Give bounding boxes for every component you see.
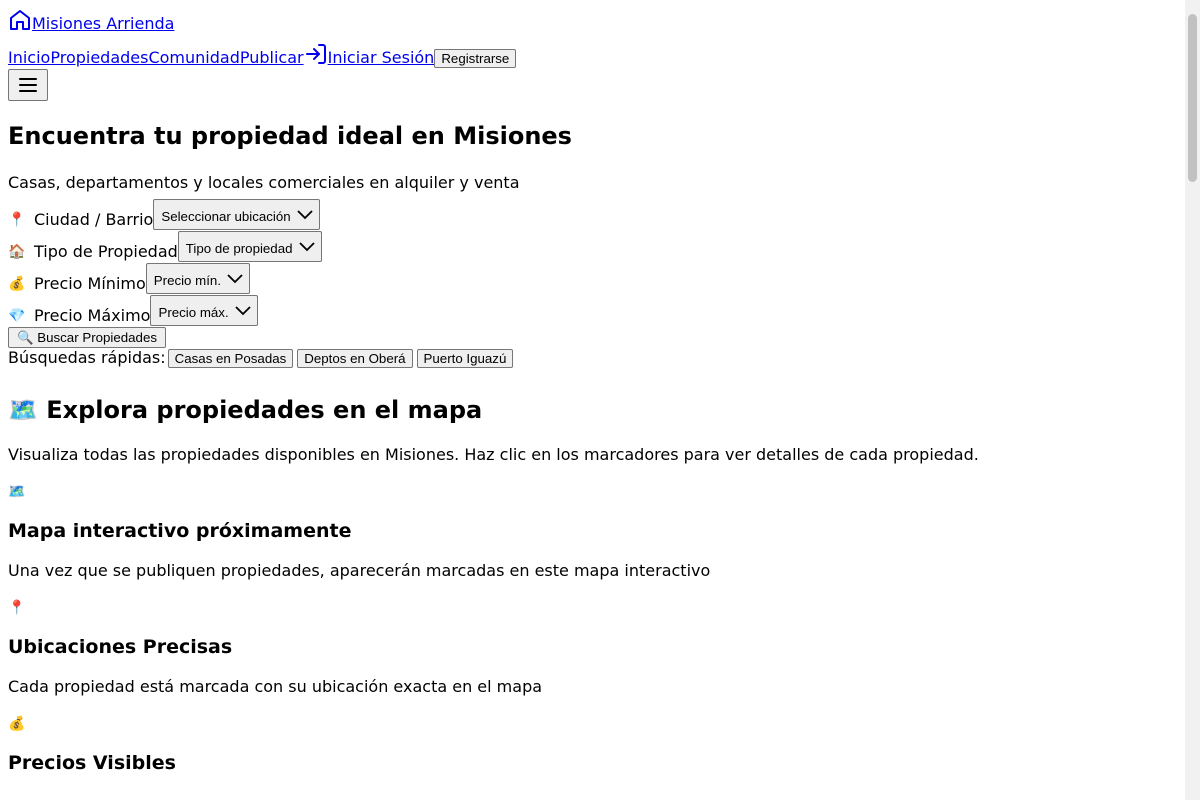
money-bag-icon: 💰 [8,716,26,732]
field-label: Tipo de Propiedad [34,242,178,261]
nav-inicio[interactable]: Inicio [8,48,50,68]
select-value: Seleccionar ubicación [161,209,291,224]
feature-title: Precios Visibles [8,752,176,774]
ubicacion-select[interactable]: Seleccionar ubicación [153,199,320,230]
gem-icon: 💎 [8,308,26,324]
field-precio-max: 💎 Precio Máximo Precio máx. [8,295,1180,326]
nav-comunidad[interactable]: Comunidad [148,48,239,68]
search-button[interactable]: 🔍 Buscar Propiedades [8,327,166,348]
tipo-select[interactable]: Tipo de propiedad [177,231,322,262]
map-placeholder-title: Mapa interactivo próximamente [8,520,352,542]
scrollbar[interactable] [1185,0,1200,800]
chevron-down-icon [235,306,251,316]
map-description: Visualiza todas las propiedades disponib… [8,445,979,464]
quick-casas-posadas[interactable]: Casas en Posadas [167,348,294,368]
select-value: Precio mín. [153,273,222,288]
feature-text: Cada propiedad está marcada con su ubica… [8,677,543,696]
select-value: Tipo de propiedad [185,241,293,256]
menu-toggle-button[interactable] [8,69,48,101]
hamburger-icon-bar [19,78,37,80]
map-icon: 🗺️ [8,484,26,500]
search-form: 📍 Ciudad / Barrio Seleccionar ubicación … [8,199,1180,368]
nav-publicar[interactable]: Publicar [240,48,304,68]
money-bag-icon: 💰 [8,276,26,292]
brand-link[interactable]: Misiones Arrienda [8,8,1180,34]
scrollbar-thumb[interactable] [1188,14,1197,182]
chevron-down-icon [298,242,315,252]
select-value: Precio máx. [158,305,229,320]
brand-name[interactable]: Misiones Arrienda [32,14,174,34]
quick-deptos-obera[interactable]: Deptos en Oberá [297,348,413,368]
nav-propiedades[interactable]: Propiedades [50,48,148,68]
chevron-down-icon [297,210,313,220]
map-section-title: 🗺️ Explora propiedades en el mapa [8,396,483,424]
field-label: Ciudad / Barrio [34,210,154,229]
chevron-down-icon [227,274,243,284]
register-button[interactable]: Registrarse [434,49,517,68]
pin-icon: 📍 [8,212,26,228]
hamburger-icon-bar [19,90,37,92]
map-placeholder-text: Una vez que se publiquen propiedades, ap… [8,561,711,580]
field-tipo: 🏠 Tipo de Propiedad Tipo de propiedad [8,231,1180,262]
home-icon [10,10,30,30]
feature-title: Ubicaciones Precisas [8,636,233,658]
house-icon: 🏠 [8,244,26,260]
quick-puerto-iguazu[interactable]: Puerto Iguazú [416,348,514,368]
login-link[interactable]: Iniciar Sesión [328,48,435,68]
page: Misiones Arrienda Inicio Propiedades Com… [8,8,1180,775]
precio-min-select[interactable]: Precio mín. [145,263,251,294]
field-ciudad: 📍 Ciudad / Barrio Seleccionar ubicación [8,199,1180,230]
hamburger-icon-bar [19,84,37,86]
field-label: Precio Máximo [34,306,151,325]
field-label: Precio Mínimo [34,274,146,293]
quick-label: Búsquedas rápidas: [8,348,166,367]
field-precio-min: 💰 Precio Mínimo Precio mín. [8,263,1180,294]
main-nav: Inicio Propiedades Comunidad Publicar In… [8,42,1180,68]
pin-icon: 📍 [8,600,26,616]
login-icon[interactable] [304,42,328,66]
precio-max-select[interactable]: Precio máx. [150,295,258,326]
hero-title: Encuentra tu propiedad ideal en Misiones [8,122,572,150]
hero-subtitle: Casas, departamentos y locales comercial… [8,173,520,192]
quick-searches: Búsquedas rápidas: Casas en Posadas Dept… [8,348,1180,368]
